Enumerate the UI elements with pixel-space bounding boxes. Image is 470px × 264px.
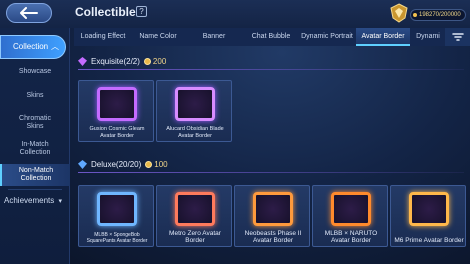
sidebar-item-chromatic-skins[interactable]: Chromatic Skins xyxy=(0,114,70,132)
section-divider xyxy=(78,69,464,70)
filter-button[interactable] xyxy=(445,28,470,46)
avatar-border-card[interactable]: MLBB × NARUTO Avatar Border xyxy=(312,185,388,247)
tab-name-color[interactable]: Name Color xyxy=(132,28,184,46)
tab-loading-effect[interactable]: Loading Effect xyxy=(74,28,132,46)
section-header-deluxe: Deluxe(20/20) 100 xyxy=(78,157,168,171)
chevron-down-icon: ▾ xyxy=(58,198,62,205)
sidebar-collection-label: Collection xyxy=(13,42,49,51)
back-arrow-icon xyxy=(20,7,38,19)
avatar-border-thumbnail xyxy=(175,87,215,121)
card-label: MLBB × NARUTO Avatar Border xyxy=(324,230,378,244)
section-count-value: 100 xyxy=(154,159,168,169)
card-label: Neobeasts Phase II Avatar Border xyxy=(244,230,302,244)
page-title: Collectible xyxy=(75,5,136,19)
avatar-border-thumbnail xyxy=(175,192,215,226)
section-header-exquisite: Exquisite(2/2) 200 xyxy=(78,54,166,68)
avatar-border-card[interactable]: M6 Prime Avatar Border xyxy=(390,185,466,247)
avatar-border-card[interactable]: Neobeasts Phase II Avatar Border xyxy=(234,185,310,247)
avatar-border-card[interactable]: Alucard Obsidian Blade Avatar Border xyxy=(156,80,232,142)
avatar-border-card[interactable]: Gusion Cosmic Gleam Avatar Border xyxy=(78,80,154,142)
coin-icon xyxy=(143,57,151,65)
currency-value: 198270/200000 xyxy=(410,9,466,21)
tab-dynamic-portrait[interactable]: Dynamic Portrait xyxy=(298,28,356,46)
tab-chat-bubble[interactable]: Chat Bubble xyxy=(244,28,298,46)
tab-banner[interactable]: Banner xyxy=(184,28,244,46)
chevron-up-icon: ︿ xyxy=(51,42,59,51)
coin-icon xyxy=(145,160,153,168)
sidebar-collection[interactable]: Collection ︿ xyxy=(0,35,66,59)
top-bar: Collectible ? 198270/200000 xyxy=(0,0,470,28)
section-title: Exquisite(2/2) xyxy=(91,56,140,66)
section-title: Deluxe(20/20) xyxy=(91,159,142,169)
section-count: 200 xyxy=(143,56,167,66)
sidebar-item-non-match-collection[interactable]: Non-Match Collection xyxy=(0,164,70,186)
section-divider xyxy=(78,172,464,173)
card-label: MLBB × SpongeBob SquarePants Avatar Bord… xyxy=(86,232,148,244)
sidebar-item-showcase[interactable]: Showcase xyxy=(0,66,70,78)
card-label: Metro Zero Avatar Border xyxy=(169,230,221,244)
avatar-border-thumbnail xyxy=(253,192,293,226)
avatar-border-thumbnail xyxy=(97,87,137,121)
card-label: M6 Prime Avatar Border xyxy=(394,237,464,244)
sidebar-item-skins[interactable]: Skins xyxy=(0,90,70,102)
sidebar-achievements[interactable]: Achievements ▾ xyxy=(0,191,70,211)
card-label: Gusion Cosmic Gleam Avatar Border xyxy=(89,126,145,139)
avatar-border-thumbnail xyxy=(409,192,449,226)
sidebar-divider xyxy=(8,189,62,190)
section-count: 100 xyxy=(145,159,168,169)
card-label: Alucard Obsidian Blade Avatar Border xyxy=(166,126,224,139)
category-tabs: Loading Effect Name Color Banner Chat Bu… xyxy=(74,28,470,46)
avatar-border-thumbnail xyxy=(97,192,137,226)
crest-icon xyxy=(390,3,408,23)
avatar-border-card[interactable]: MLBB × SpongeBob SquarePants Avatar Bord… xyxy=(78,185,154,247)
sidebar: Collection ︿ Showcase Skins Chromatic Sk… xyxy=(0,28,70,264)
sidebar-achievements-label: Achievements xyxy=(4,196,55,205)
tab-dynamic[interactable]: Dynami xyxy=(410,28,446,46)
avatar-border-card[interactable]: Metro Zero Avatar Border xyxy=(156,185,232,247)
sidebar-item-in-match-collection[interactable]: In-Match Collection xyxy=(0,140,70,158)
back-button[interactable] xyxy=(6,3,52,23)
help-icon[interactable]: ? xyxy=(136,6,147,17)
avatar-border-thumbnail xyxy=(331,192,371,226)
tab-avatar-border[interactable]: Avatar Border xyxy=(356,28,410,46)
gem-icon xyxy=(78,56,87,66)
filter-icon xyxy=(451,33,464,41)
section-count-value: 200 xyxy=(152,56,167,66)
currency-display: 198270/200000 xyxy=(388,2,466,24)
gem-icon xyxy=(78,159,87,169)
